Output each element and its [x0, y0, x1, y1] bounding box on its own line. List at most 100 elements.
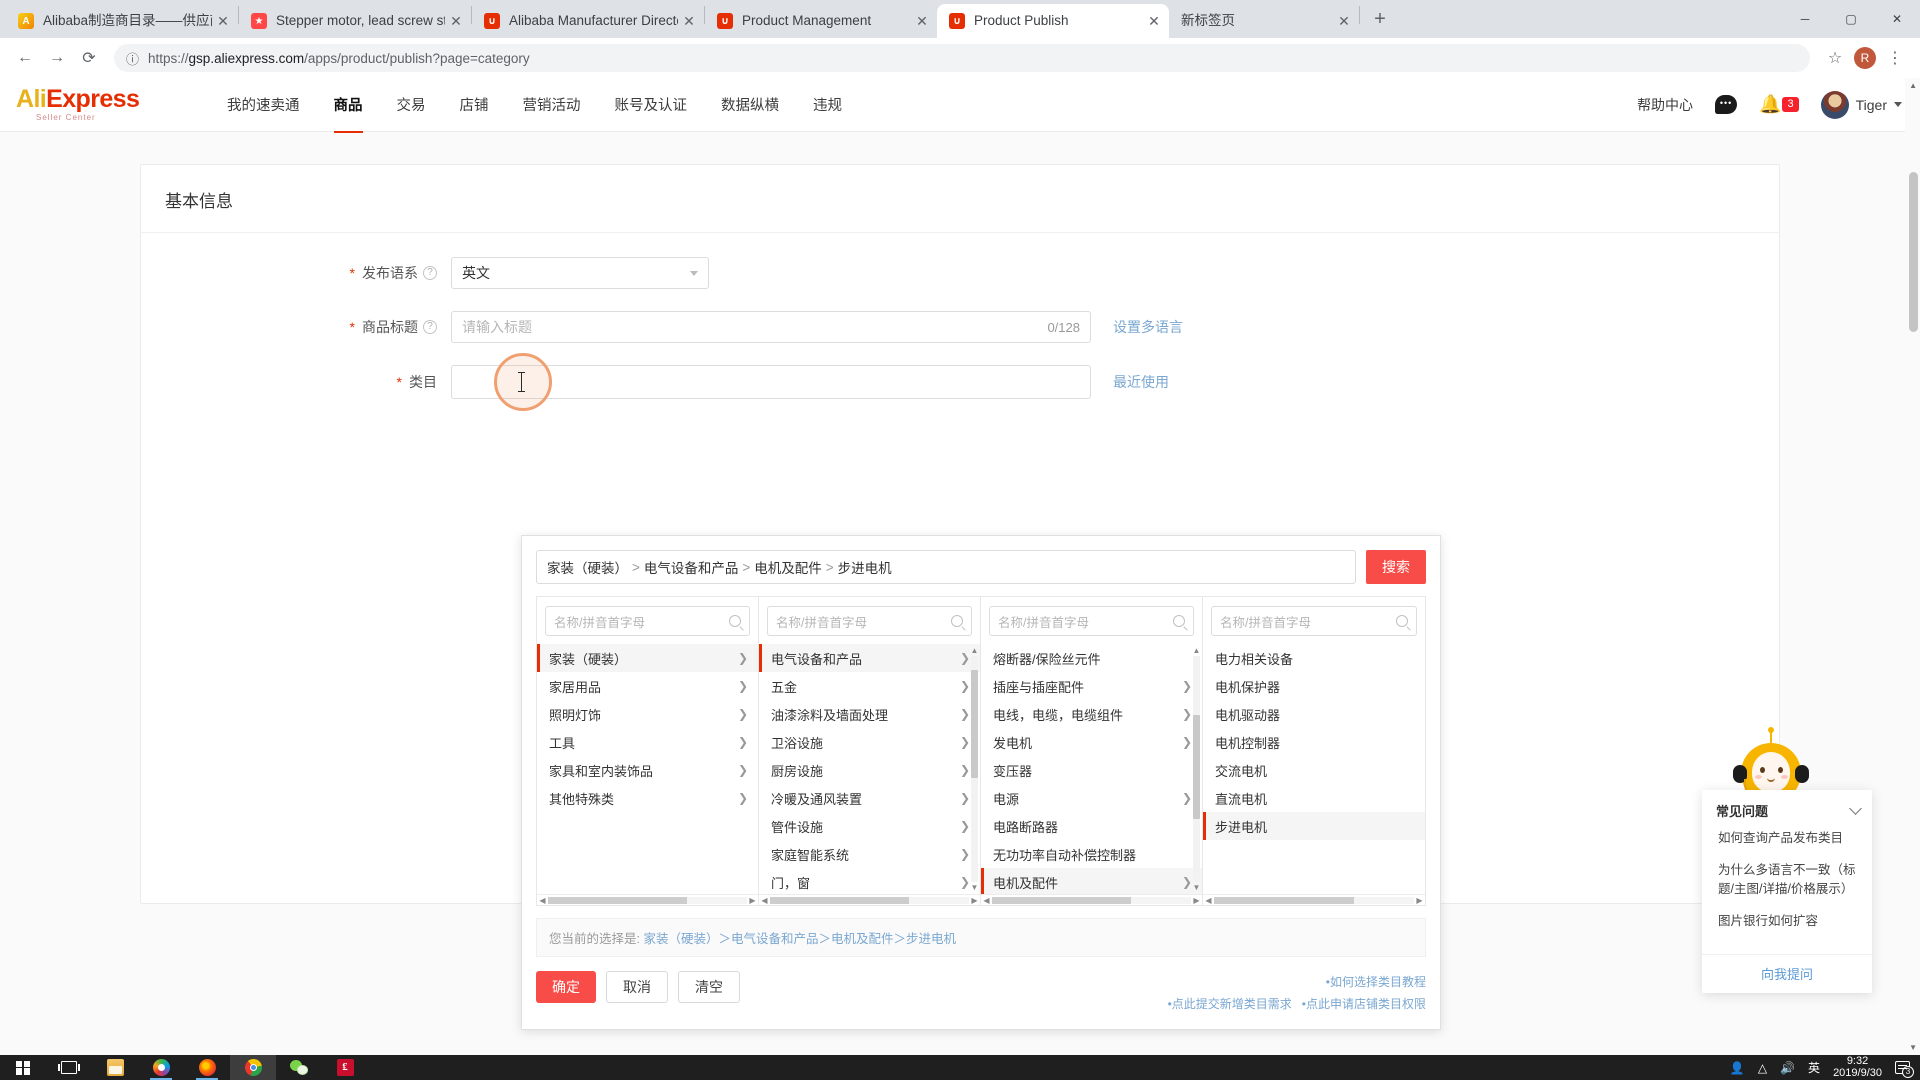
bookmark-star-icon[interactable]: ☆	[1820, 43, 1850, 73]
scroll-up-icon[interactable]: ▲	[971, 646, 979, 655]
browser-menu-icon[interactable]: ⋮	[1880, 43, 1910, 73]
faq-item-1[interactable]: 如何查询产品发布类目	[1718, 829, 1858, 848]
list-item[interactable]: 家庭智能系统 ❯	[759, 840, 980, 868]
taskbar-firefox[interactable]	[184, 1055, 230, 1080]
nav-item-my-aliexpress[interactable]: 我的速卖通	[227, 94, 300, 115]
help-link-new-category[interactable]: •点此提交新增类目需求	[1168, 993, 1292, 1015]
browser-tab-4[interactable]: ∪ Product Management ✕	[705, 4, 937, 38]
nav-item-violations[interactable]: 违规	[813, 94, 842, 115]
list-item[interactable]: 步进电机	[1203, 812, 1425, 840]
maximize-icon[interactable]: ▢	[1828, 3, 1874, 35]
scroll-right-icon[interactable]: ▶	[747, 895, 758, 906]
list-item[interactable]: 家装（硬装） ❯	[537, 644, 758, 672]
nav-item-data[interactable]: 数据纵横	[721, 94, 779, 115]
help-icon[interactable]: ?	[423, 266, 437, 280]
language-select[interactable]: 英文	[451, 257, 709, 289]
list-item[interactable]: 家居用品 ❯	[537, 672, 758, 700]
clock[interactable]: 9:32 2019/9/30	[1833, 1055, 1882, 1079]
ask-me-button[interactable]: 向我提问	[1702, 954, 1872, 993]
faq-item-3[interactable]: 图片银行如何扩容	[1718, 912, 1858, 931]
people-icon[interactable]: 👤	[1730, 1061, 1745, 1075]
column-2-hscrollbar[interactable]: ◀ ▶	[759, 894, 980, 905]
chevron-down-icon[interactable]	[1849, 802, 1862, 815]
hscroll-thumb[interactable]	[1214, 896, 1354, 904]
help-center-link[interactable]: 帮助中心	[1637, 95, 1693, 115]
column-2-search-input[interactable]: 名称/拼音首字母	[767, 606, 972, 636]
search-button[interactable]: 搜索	[1366, 550, 1426, 584]
help-icon[interactable]: ?	[423, 320, 437, 334]
vscroll-track[interactable]	[1193, 656, 1200, 882]
back-icon[interactable]: ←	[10, 43, 40, 73]
scroll-right-icon[interactable]: ▶	[1191, 895, 1202, 906]
list-item[interactable]: 插座与插座配件 ❯	[981, 672, 1202, 700]
list-item[interactable]: 管件设施 ❯	[759, 812, 980, 840]
help-link-store-permission[interactable]: •点此申请店铺类目权限	[1302, 993, 1426, 1015]
volume-icon[interactable]: 🔊	[1780, 1061, 1795, 1075]
taskbar-chrome[interactable]	[230, 1055, 276, 1080]
column-2-vscrollbar[interactable]: ▲ ▼	[970, 646, 979, 892]
hscroll-thumb[interactable]	[548, 896, 688, 904]
taskbar-task-view[interactable]	[46, 1055, 92, 1080]
address-bar[interactable]: ⓘ https:// gsp.aliexpress.com /apps/prod…	[114, 44, 1810, 72]
list-item[interactable]: 其他特殊类 ❯	[537, 784, 758, 812]
scroll-down-icon[interactable]: ▼	[1193, 883, 1201, 892]
browser-tab-1[interactable]: A Alibaba制造商目录——供应商、 ✕	[6, 4, 238, 38]
vscroll-track[interactable]	[971, 656, 978, 882]
taskbar-file-explorer[interactable]	[92, 1055, 138, 1080]
scroll-down-icon[interactable]: ▼	[971, 883, 979, 892]
list-item[interactable]: 变压器	[981, 756, 1202, 784]
scroll-right-icon[interactable]: ▶	[969, 895, 980, 906]
list-item[interactable]: 电线，电缆，电缆组件 ❯	[981, 700, 1202, 728]
list-item[interactable]: 电机保护器	[1203, 672, 1425, 700]
column-1-search-input[interactable]: 名称/拼音首字母	[545, 606, 750, 636]
scroll-up-icon[interactable]: ▲	[1193, 646, 1201, 655]
vscroll-thumb[interactable]	[1193, 714, 1200, 819]
product-title-input[interactable]: 请输入标题 0/128	[451, 311, 1091, 343]
close-icon[interactable]: ✕	[1143, 10, 1165, 32]
list-item[interactable]: 直流电机	[1203, 784, 1425, 812]
taskbar-photos[interactable]	[138, 1055, 184, 1080]
confirm-button[interactable]: 确定	[536, 971, 596, 1003]
nav-item-store[interactable]: 店铺	[460, 94, 489, 115]
close-icon[interactable]: ✕	[678, 10, 700, 32]
hscroll-track[interactable]	[548, 896, 747, 904]
aliexpress-logo[interactable]: AliExpress Seller Center	[12, 87, 162, 123]
reload-icon[interactable]: ⟳	[74, 43, 104, 73]
hscroll-track[interactable]	[1214, 896, 1414, 904]
list-item[interactable]: 家具和室内装饰品 ❯	[537, 756, 758, 784]
column-3-vscrollbar[interactable]: ▲ ▼	[1192, 646, 1201, 892]
scroll-left-icon[interactable]: ◀	[759, 895, 770, 906]
page-scrollbar[interactable]: ▲ ▼	[1905, 78, 1920, 1055]
list-item[interactable]: 五金 ❯	[759, 672, 980, 700]
notifications-button[interactable]: 🔔 3	[1759, 94, 1799, 115]
faq-header[interactable]: 常见问题	[1702, 790, 1872, 829]
list-item[interactable]: 厨房设施 ❯	[759, 756, 980, 784]
list-item[interactable]: 工具 ❯	[537, 728, 758, 756]
column-4-hscrollbar[interactable]: ◀ ▶	[1203, 894, 1425, 905]
browser-tab-2[interactable]: ★ Stepper motor, lead screw ste ✕	[239, 4, 471, 38]
column-1-hscrollbar[interactable]: ◀ ▶	[537, 894, 758, 905]
new-tab-button[interactable]: +	[1366, 6, 1394, 34]
close-icon[interactable]: ✕	[212, 10, 234, 32]
forward-icon[interactable]: →	[42, 43, 72, 73]
show-hidden-icons-chevron-icon[interactable]: △	[1758, 1061, 1767, 1075]
hscroll-thumb[interactable]	[992, 896, 1132, 904]
nav-item-marketing[interactable]: 营销活动	[523, 94, 581, 115]
scroll-left-icon[interactable]: ◀	[981, 895, 992, 906]
list-item[interactable]: 电路断路器	[981, 812, 1202, 840]
close-icon[interactable]: ✕	[445, 10, 467, 32]
vscroll-thumb[interactable]	[971, 669, 978, 779]
set-multilanguage-link[interactable]: 设置多语言	[1113, 317, 1183, 337]
category-path-search-input[interactable]: 家装（硬装） > 电气设备和产品 > 电机及配件 > 步进电机	[536, 550, 1356, 584]
list-item[interactable]: 电机控制器	[1203, 728, 1425, 756]
list-item[interactable]: 照明灯饰 ❯	[537, 700, 758, 728]
column-4-search-input[interactable]: 名称/拼音首字母	[1211, 606, 1417, 636]
list-item[interactable]: 卫浴设施 ❯	[759, 728, 980, 756]
list-item[interactable]: 电气设备和产品 ❯	[759, 644, 980, 672]
scroll-right-icon[interactable]: ▶	[1414, 895, 1425, 906]
list-item[interactable]: 电机驱动器	[1203, 700, 1425, 728]
hscroll-thumb[interactable]	[770, 896, 910, 904]
start-button[interactable]	[0, 1055, 46, 1080]
list-item[interactable]: 电力相关设备	[1203, 644, 1425, 672]
close-icon[interactable]: ✕	[911, 10, 933, 32]
